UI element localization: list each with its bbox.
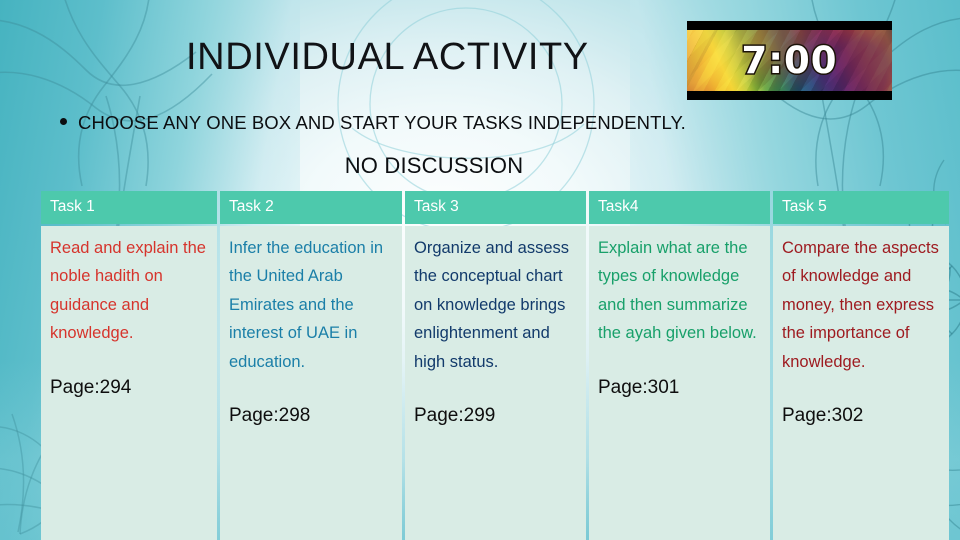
task-page-2: Page:298 — [229, 405, 311, 427]
task-page-4: Page:301 — [598, 376, 680, 398]
timer-display: 7:00 — [740, 38, 838, 84]
slide-canvas: INDIVIDUAL ACTIVITY 7:00 CHOOSE ANY ONE … — [0, 0, 960, 540]
task-description-5: Compare the aspects of knowledge and mon… — [782, 239, 939, 371]
countdown-timer-image: 7:00 — [687, 21, 892, 100]
bullet-dot-icon — [60, 118, 67, 125]
task-description-3: Organize and assess the conceptual chart… — [414, 239, 570, 371]
column-header-task-2: Task 2 — [220, 191, 402, 224]
task-description-2: Infer the education in the United Arab E… — [229, 239, 384, 371]
task-description-4: Explain what are the types of knowledge … — [598, 239, 757, 343]
task-cell-3: Organize and assess the conceptual chart… — [405, 226, 586, 540]
task-cell-5: Compare the aspects of knowledge and mon… — [773, 226, 949, 540]
column-header-task-4: Task4 — [589, 191, 770, 224]
column-header-task-1: Task 1 — [41, 191, 217, 224]
column-header-task-5: Task 5 — [773, 191, 949, 224]
task-cell-2: Infer the education in the United Arab E… — [220, 226, 402, 540]
page-title: INDIVIDUAL ACTIVITY — [186, 36, 589, 78]
task-cell-4: Explain what are the types of knowledge … — [589, 226, 770, 540]
task-cell-1: Read and explain the noble hadith on gui… — [41, 226, 217, 540]
subheading-no-discussion: NO DISCUSSION — [344, 153, 524, 178]
task-table: Task 1 Task 2 Task 3 Task4 Task 5 Read a… — [38, 189, 952, 540]
task-page-5: Page:302 — [782, 405, 864, 427]
task-page-3: Page:299 — [414, 405, 496, 427]
instruction-text: CHOOSE ANY ONE BOX AND START YOUR TASKS … — [78, 112, 686, 133]
task-page-1: Page:294 — [50, 376, 132, 398]
column-header-task-3: Task 3 — [405, 191, 586, 224]
table-header-row: Task 1 Task 2 Task 3 Task4 Task 5 — [41, 191, 949, 224]
task-description-1: Read and explain the noble hadith on gui… — [50, 239, 206, 343]
instruction-bullet: CHOOSE ANY ONE BOX AND START YOUR TASKS … — [60, 112, 686, 134]
table-row: Read and explain the noble hadith on gui… — [41, 226, 949, 540]
